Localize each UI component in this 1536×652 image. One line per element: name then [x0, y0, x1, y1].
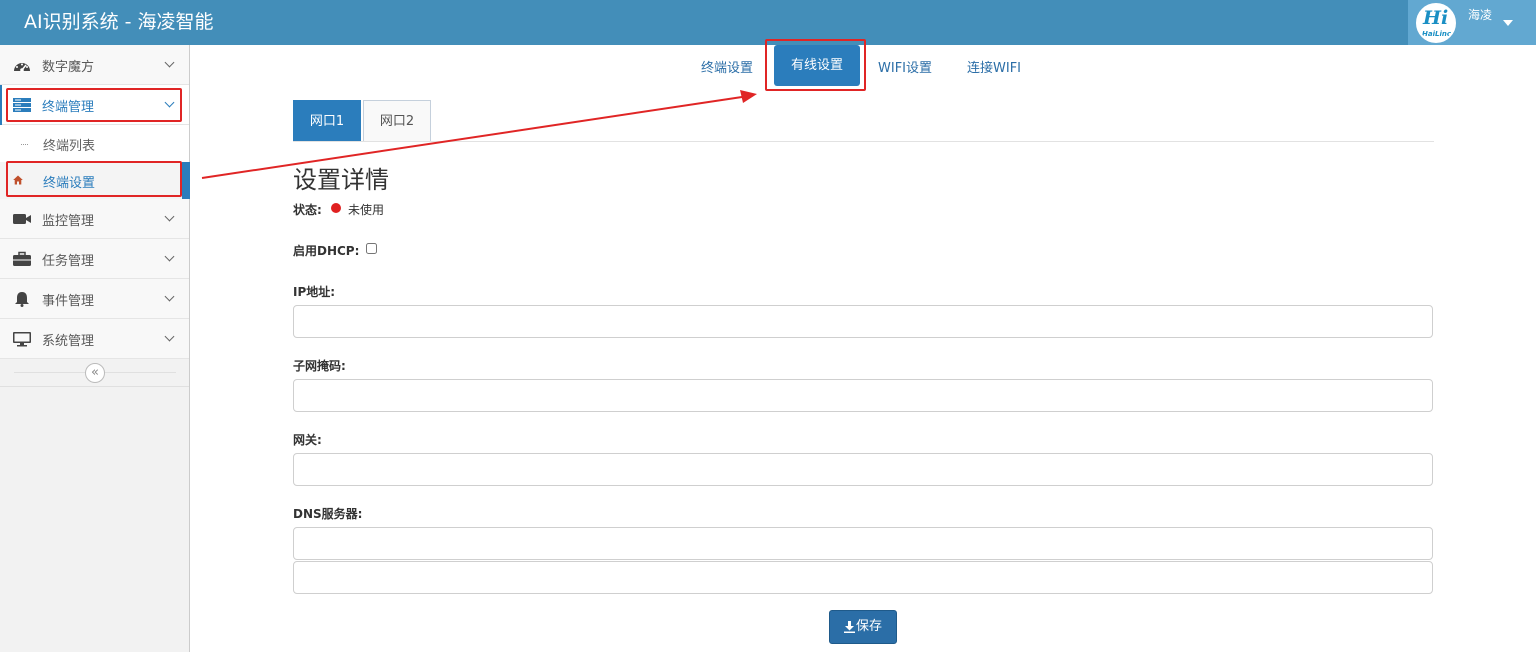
annotation-box: [6, 88, 182, 122]
sidebar-item-label: 数字魔方: [42, 60, 95, 75]
subnet-mask-input[interactable]: [293, 379, 1433, 412]
chevron-down-icon: [164, 211, 175, 222]
sidebar: 数字魔方 终端管理 终端列表 终端设置 监控管理 任务管理 事件管理 系统管理 …: [0, 45, 190, 652]
subnet-mask-label: 子网掩码:: [293, 359, 346, 373]
chevron-down-icon: [164, 251, 175, 262]
save-label: 保存: [855, 619, 882, 634]
status-label: 状态:: [293, 203, 322, 217]
tab-wifi-settings[interactable]: WIFI设置: [878, 57, 932, 76]
status-dot-icon: [331, 203, 341, 213]
sidebar-item-label: 监控管理: [42, 214, 95, 229]
tab-connect-wifi[interactable]: 连接WIFI: [967, 57, 1021, 76]
sidebar-item-task-mgmt[interactable]: 任务管理: [0, 239, 189, 279]
tab-terminal-settings[interactable]: 终端设置: [701, 57, 753, 76]
video-camera-icon: [13, 214, 31, 224]
dhcp-checkbox[interactable]: [366, 243, 377, 254]
chevron-down-icon: [164, 331, 175, 342]
app-title: AI识别系统 - 海凌智能: [24, 11, 214, 33]
user-name: 海凌: [1468, 8, 1493, 22]
annotation-box: [6, 161, 182, 197]
sidebar-item-monitor-mgmt[interactable]: 监控管理: [0, 199, 189, 239]
sidebar-item-label: 终端列表: [43, 139, 96, 154]
dhcp-label: 启用DHCP:: [293, 244, 360, 258]
chevron-down-icon: [164, 291, 175, 302]
dns-secondary-input[interactable]: [293, 561, 1433, 594]
annotation-box: [765, 39, 866, 91]
user-menu[interactable]: Hi HaiLinc 海凌: [1408, 0, 1536, 45]
chevron-down-icon: [164, 57, 175, 68]
dashboard-icon: [14, 63, 30, 72]
divider: [293, 141, 1434, 142]
dns-primary-input[interactable]: [293, 527, 1433, 560]
user-avatar: Hi HaiLinc: [1416, 3, 1456, 43]
download-icon: [843, 620, 855, 633]
caret-down-icon: [1503, 20, 1513, 26]
gateway-input[interactable]: [293, 453, 1433, 486]
sidebar-item-label: 系统管理: [42, 334, 95, 349]
double-chevron-left-icon[interactable]: «: [85, 363, 105, 383]
save-button[interactable]: 保存: [829, 610, 897, 644]
monitor-icon: [13, 332, 31, 347]
gateway-label: 网关:: [293, 433, 322, 447]
sidebar-item-label: 事件管理: [42, 294, 95, 309]
sidebar-item-digital-cube[interactable]: 数字魔方: [0, 45, 189, 85]
sidebar-item-label: 任务管理: [42, 254, 95, 269]
sidebar-item-system-mgmt[interactable]: 系统管理: [0, 319, 189, 359]
logo-icon: Hi: [1423, 7, 1449, 29]
section-title: 设置详情: [293, 166, 389, 194]
status-value: 未使用: [348, 203, 385, 217]
briefcase-icon: [13, 251, 31, 266]
ip-address-input[interactable]: [293, 305, 1433, 338]
sidebar-item-event-mgmt[interactable]: 事件管理: [0, 279, 189, 319]
bell-icon: [15, 292, 29, 307]
sidebar-subitem-terminal-list[interactable]: 终端列表: [0, 125, 189, 162]
tab-port-1[interactable]: 网口1: [293, 100, 361, 142]
sidebar-collapse-bar: «: [0, 359, 189, 387]
dns-label: DNS服务器:: [293, 507, 363, 521]
ip-label: IP地址:: [293, 285, 336, 299]
tab-port-2[interactable]: 网口2: [363, 100, 431, 142]
